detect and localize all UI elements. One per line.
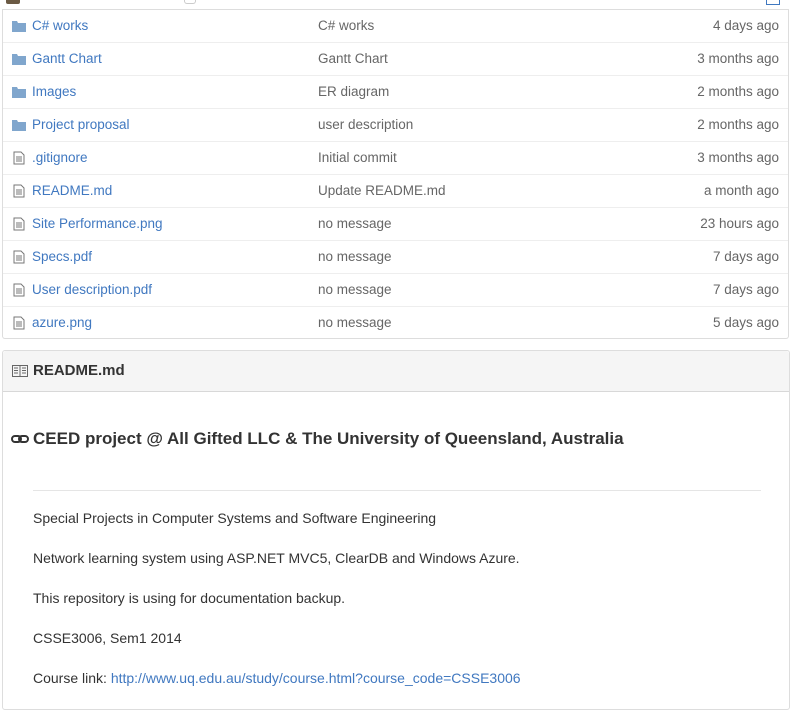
commit-message[interactable]: Initial commit (318, 150, 397, 165)
file-name-link[interactable]: Specs.pdf (32, 249, 92, 264)
commit-message[interactable]: C# works (318, 18, 374, 33)
file-name-link[interactable]: Images (32, 84, 76, 99)
file-name-link[interactable]: C# works (32, 18, 88, 33)
file-icon (12, 217, 26, 231)
commit-age: 23 hours ago (700, 216, 779, 231)
file-row[interactable]: Images ER diagram 2 months ago (3, 75, 788, 108)
file-list: C# works C# works 4 days ago Gantt Chart Gan… (2, 9, 789, 339)
course-line: Course link: http://www.uq.edu.au/study/… (33, 670, 521, 686)
readme-paragraph: This repository is using for documentati… (33, 590, 346, 606)
commit-message[interactable]: Gantt Chart (318, 51, 388, 66)
folder-icon (12, 85, 26, 99)
readme-heading: CEED project @ All Gifted LLC & The Univ… (33, 429, 624, 448)
course-link[interactable]: http://www.uq.edu.au/study/course.html?c… (111, 670, 521, 686)
folder-icon (12, 19, 26, 33)
commit-age: 2 months ago (697, 84, 779, 99)
commit-age: 5 days ago (712, 315, 779, 330)
file-row[interactable]: Gantt Chart Gantt Chart 3 months ago (3, 42, 788, 75)
folder-icon (12, 118, 26, 132)
history-icon[interactable] (766, 0, 780, 5)
readme-paragraph: Special Projects in Computer Systems and… (33, 510, 437, 526)
file-icon (12, 283, 26, 297)
course-label: Course link: (33, 670, 111, 686)
readme-header: README.md (3, 351, 789, 392)
commit-icon (184, 0, 196, 4)
folder-icon (12, 52, 26, 66)
file-icon (12, 151, 26, 165)
file-row[interactable]: Specs.pdf no message 7 days ago (3, 240, 788, 273)
commit-age: 3 months ago (697, 51, 779, 66)
file-icon (12, 316, 26, 330)
file-icon (12, 250, 26, 264)
commit-message[interactable]: no message (318, 216, 392, 231)
commit-age: 7 days ago (712, 282, 779, 297)
file-row[interactable]: Site Performance.png no message 23 hours a… (3, 207, 788, 240)
readme-paragraph: Network learning system using ASP.NET MV… (33, 550, 520, 566)
file-row[interactable]: azure.png no message 5 days ago (3, 306, 788, 339)
file-row[interactable]: README.md Update README.md a month ago (3, 174, 788, 207)
readme-paragraph: CSSE3006, Sem1 2014 (33, 630, 182, 646)
file-name-link[interactable]: README.md (32, 183, 112, 198)
commit-message[interactable]: no message (318, 315, 392, 330)
file-name-link[interactable]: .gitignore (32, 150, 88, 165)
commit-message[interactable]: no message (318, 249, 392, 264)
anchor-link-icon[interactable] (11, 432, 29, 446)
file-row[interactable]: C# works C# works 4 days ago (3, 9, 788, 42)
divider (33, 490, 761, 491)
file-row[interactable]: Project proposal user description 2 months… (3, 108, 788, 141)
file-name-link[interactable]: Project proposal (32, 117, 130, 132)
file-name-link[interactable]: Gantt Chart (32, 51, 102, 66)
file-name-link[interactable]: azure.png (32, 315, 92, 330)
avatar[interactable] (6, 0, 20, 4)
commit-message[interactable]: ER diagram (318, 84, 389, 99)
commit-age: a month ago (703, 183, 779, 198)
commit-age: 3 months ago (697, 150, 779, 165)
commit-message[interactable]: Update README.md (318, 183, 446, 198)
book-icon (12, 365, 28, 377)
file-icon (12, 184, 26, 198)
commit-age: 7 days ago (712, 249, 779, 264)
commit-age: 2 months ago (697, 117, 779, 132)
file-name-link[interactable]: Site Performance.png (32, 216, 163, 231)
commit-age: 4 days ago (712, 18, 779, 33)
file-row[interactable]: .gitignore Initial commit 3 months ago (3, 141, 788, 174)
commit-message[interactable]: user description (318, 117, 413, 132)
readme-title: README.md (33, 362, 125, 379)
readme-panel: README.md CEED project @ All Gifted LLC … (2, 350, 790, 710)
commit-message[interactable]: no message (318, 282, 392, 297)
file-name-link[interactable]: User description.pdf (32, 282, 152, 297)
file-row[interactable]: User description.pdf no message 7 days ago (3, 273, 788, 306)
